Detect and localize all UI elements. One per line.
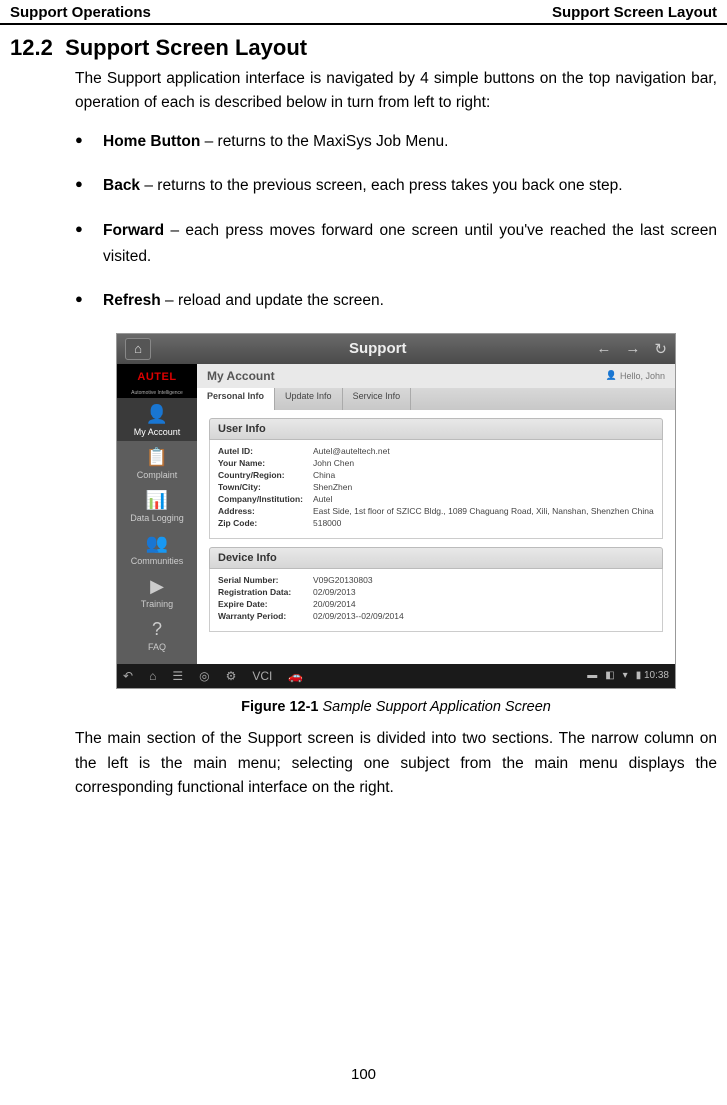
sidebar-item-training[interactable]: ▶Training — [117, 570, 197, 613]
running-header: Support Operations Support Screen Layout — [0, 0, 727, 25]
page-number: 100 — [0, 1066, 727, 1083]
recent-icon[interactable]: ☰ — [172, 669, 183, 683]
battery-icon: ▬ — [587, 670, 597, 681]
figure: ⌂ Support ← → ↻ AUTEL Automotive Intelli… — [75, 333, 717, 715]
wifi-icon: ▾ — [623, 670, 628, 681]
clipboard-icon: 📋 — [146, 447, 168, 468]
account-bar: My Account 👤Hello, John — [197, 364, 675, 388]
tab-update-info[interactable]: Update Info — [275, 388, 343, 410]
greeting: 👤Hello, John — [606, 370, 665, 381]
car-icon[interactable]: 🚗 — [288, 669, 303, 683]
chart-icon: 📊 — [146, 490, 168, 511]
closing-paragraph: The main section of the Support screen i… — [75, 727, 717, 801]
person-icon: 👤 — [146, 404, 168, 425]
back-nav-icon[interactable]: ↶ — [123, 669, 133, 683]
sidebar-item-complaint[interactable]: 📋Complaint — [117, 441, 197, 484]
app-title: Support — [159, 340, 596, 357]
back-icon[interactable]: ← — [596, 340, 611, 358]
section-title: 12.2 Support Screen Layout — [0, 25, 727, 67]
home-icon[interactable]: ⌂ — [125, 338, 151, 360]
feature-list: Home Button – returns to the MaxiSys Job… — [75, 129, 717, 315]
settings-icon[interactable]: ⚙ — [226, 669, 237, 683]
figure-caption: Figure 12-1 Sample Support Application S… — [241, 699, 551, 715]
header-left: Support Operations — [10, 4, 151, 21]
signal-icon: ◧ — [605, 670, 614, 681]
list-item: Home Button – returns to the MaxiSys Job… — [75, 129, 717, 155]
device-info-header: Device Info — [209, 547, 663, 569]
brand-tagline: Automotive Intelligence — [117, 390, 197, 398]
user-info-body: Autel ID:Autel@auteltech.net Your Name:J… — [209, 440, 663, 539]
clock: ▮ 10:38 — [636, 670, 669, 681]
intro-paragraph: The Support application interface is nav… — [75, 67, 717, 115]
sidebar-item-faq[interactable]: ?FAQ — [117, 613, 197, 656]
camera-icon[interactable]: ◎ — [199, 669, 209, 683]
sidebar: AUTEL Automotive Intelligence 👤My Accoun… — [117, 364, 197, 664]
app-topbar: ⌂ Support ← → ↻ — [117, 334, 675, 364]
forward-icon[interactable]: → — [625, 340, 640, 358]
device-info-body: Serial Number:V09G20130803 Registration … — [209, 569, 663, 632]
refresh-icon[interactable]: ↻ — [654, 340, 667, 358]
system-bottombar: ↶ ⌂ ☰ ◎ ⚙ VCI 🚗 ▬ ◧ ▾ ▮ 10:38 — [117, 664, 675, 688]
tab-service-info[interactable]: Service Info — [343, 388, 412, 410]
sidebar-item-data-logging[interactable]: 📊Data Logging — [117, 484, 197, 527]
group-icon: 👥 — [146, 533, 168, 554]
sidebar-item-communities[interactable]: 👥Communities — [117, 527, 197, 570]
play-icon: ▶ — [150, 576, 164, 597]
brand-logo: AUTEL — [117, 364, 197, 390]
list-item: Refresh – reload and update the screen. — [75, 288, 717, 314]
embedded-screenshot: ⌂ Support ← → ↻ AUTEL Automotive Intelli… — [116, 333, 676, 689]
vci-icon[interactable]: VCI — [252, 669, 272, 683]
question-icon: ? — [152, 619, 162, 640]
tab-bar: Personal Info Update Info Service Info — [197, 388, 675, 410]
list-item: Forward – each press moves forward one s… — [75, 218, 717, 271]
list-item: Back – returns to the previous screen, e… — [75, 173, 717, 199]
user-icon: 👤 — [606, 370, 617, 381]
user-info-header: User Info — [209, 418, 663, 440]
home-nav-icon[interactable]: ⌂ — [149, 669, 156, 683]
header-right: Support Screen Layout — [552, 4, 717, 21]
account-bar-title: My Account — [207, 369, 275, 383]
tab-personal-info[interactable]: Personal Info — [197, 388, 275, 410]
sidebar-item-my-account[interactable]: 👤My Account — [117, 398, 197, 441]
